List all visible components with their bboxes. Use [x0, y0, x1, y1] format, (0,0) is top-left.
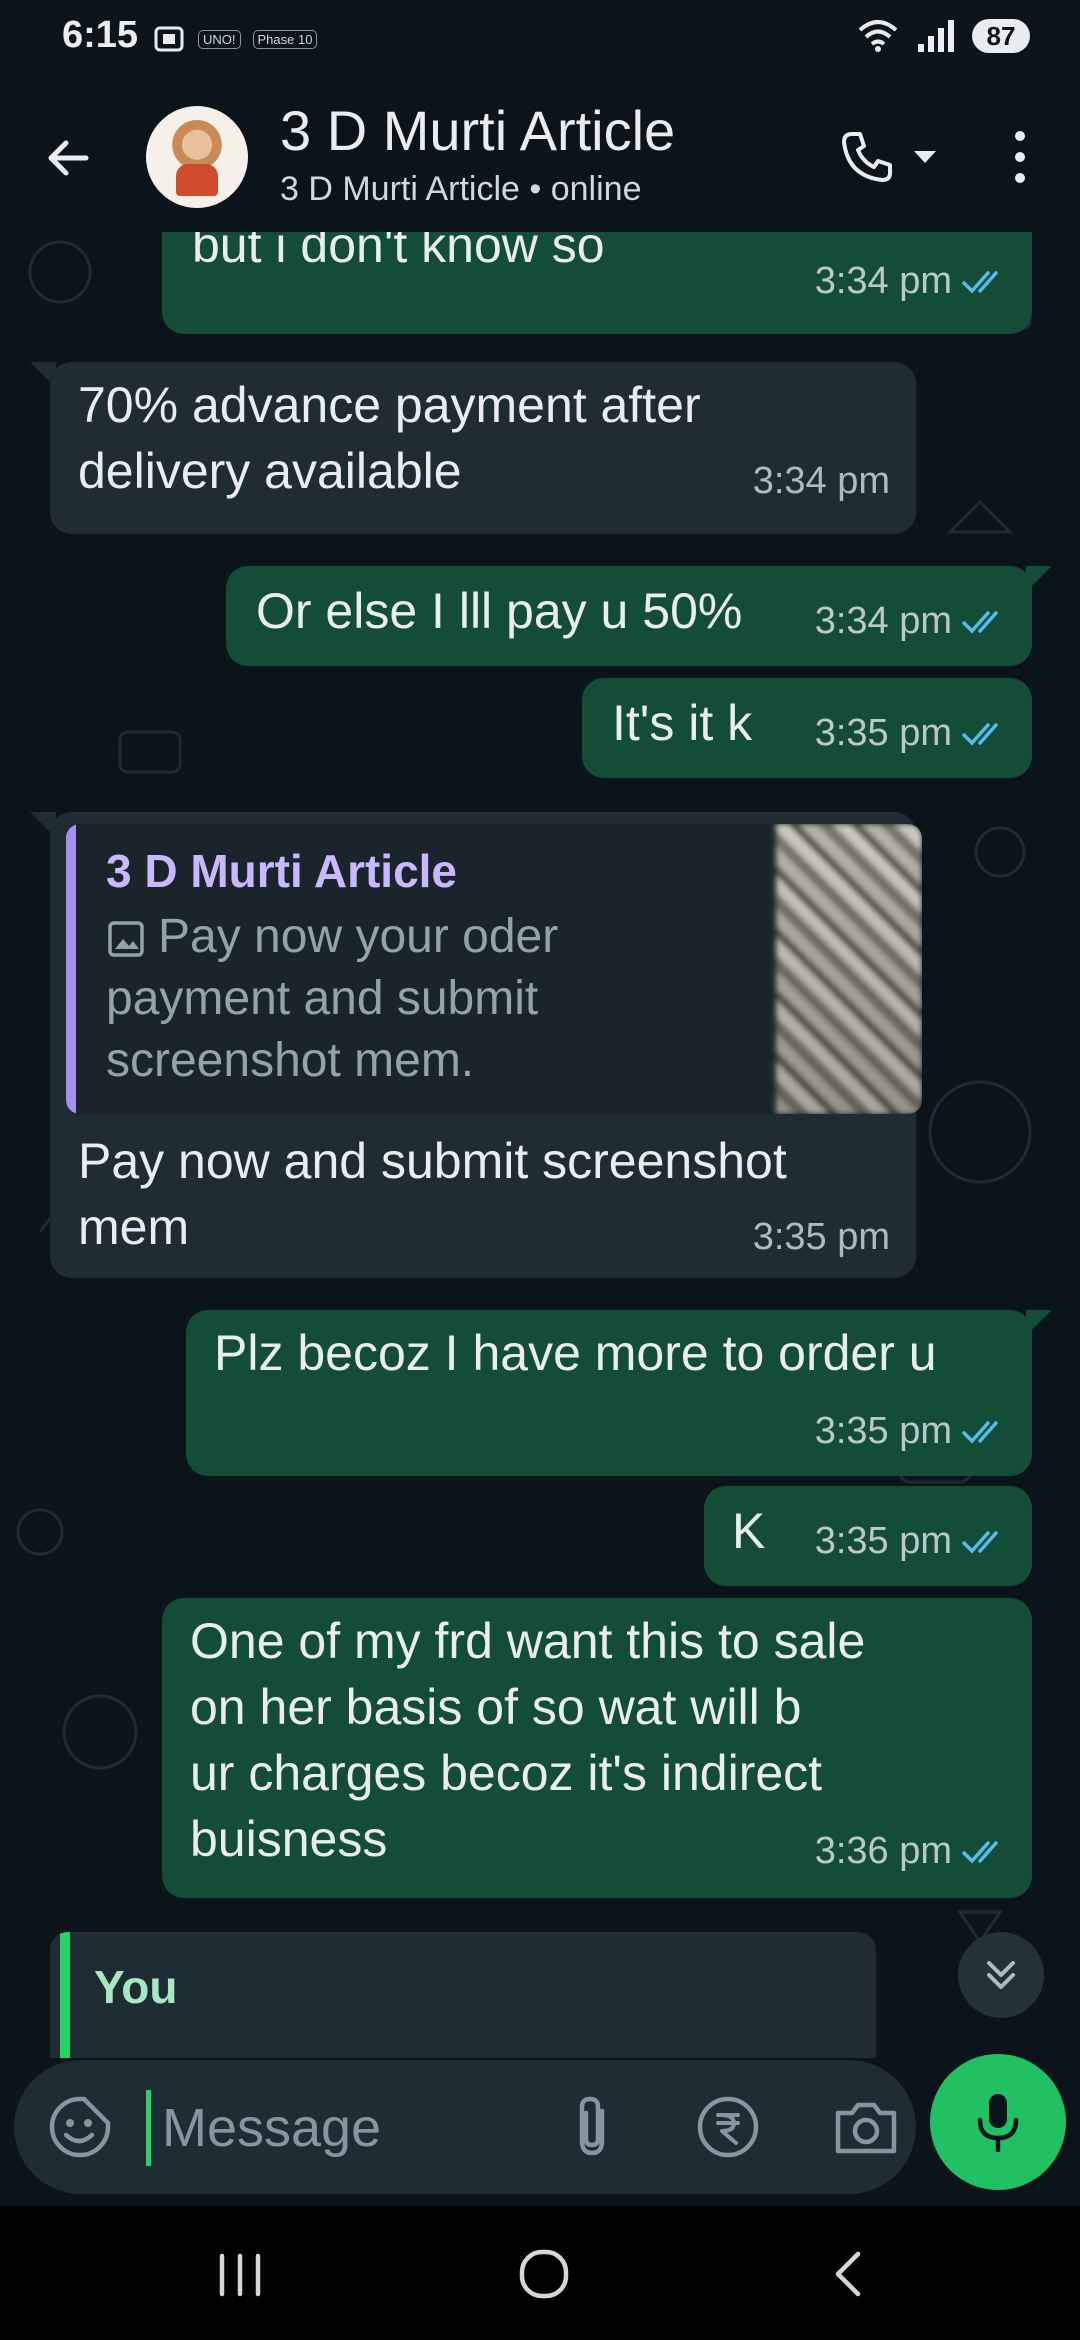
chat-header: 3 D Murti Article 3 D Murti Article • on…	[0, 86, 1080, 232]
message-time: 3:34 pm	[814, 600, 952, 642]
partial-reply-message[interactable]: You	[50, 1932, 876, 2058]
quote-author: 3 D Murti Article	[106, 845, 458, 897]
outgoing-message[interactable]: It's it k 3:35 pm	[582, 678, 1032, 778]
voice-message-button[interactable]	[930, 2054, 1066, 2190]
message-time: 3:35 pm	[814, 1410, 952, 1452]
message-text: Or else I lll pay u 50%	[256, 583, 743, 639]
outgoing-message[interactable]: Plz becoz I have more to order u 3:35 pm	[186, 1310, 1052, 1476]
bubble-tail	[1026, 1310, 1052, 1336]
message-line: One of my frd want this to sale	[190, 1613, 866, 1669]
message-composer	[14, 2060, 916, 2194]
emoji-sticker-icon[interactable]	[46, 2093, 114, 2161]
bubble-tail	[1026, 566, 1052, 592]
message-meta: 3:35 pm	[815, 1410, 1006, 1453]
message-line: ur charges becoz it's indirect	[190, 1745, 823, 1801]
microphone-icon	[977, 2094, 1019, 2153]
system-navigation-bar	[0, 2206, 1080, 2340]
paperclip-icon[interactable]	[562, 2093, 626, 2161]
message-time: 3:35 pm	[814, 1520, 952, 1562]
message-meta: 3:36 pm	[815, 1830, 1006, 1873]
message-meta: 3:35 pm	[815, 712, 1006, 755]
wifi-icon	[858, 20, 898, 52]
message-time: 3:34 pm	[814, 260, 952, 302]
back-arrow-icon[interactable]	[36, 126, 100, 190]
message-line: 70% advance payment after	[78, 377, 701, 433]
message-time: 3:35 pm	[814, 712, 952, 754]
message-line: mem	[78, 1199, 190, 1255]
recent-apps-icon[interactable]	[212, 2250, 268, 2300]
signal-icon	[918, 20, 954, 52]
message-line: delivery available	[78, 443, 462, 499]
status-right-icons: 87	[856, 18, 1030, 54]
double-check-icon	[962, 270, 998, 294]
quote-line: screenshot mem.	[106, 1034, 475, 1087]
quote-accent-bar	[66, 824, 76, 1114]
message-list[interactable]: but i don't know so 3:34 pm 70% advance …	[0, 232, 1080, 2058]
status-bar: 6:15 UNO! Phase 10 87	[0, 0, 1080, 86]
double-check-icon	[962, 1530, 998, 1554]
chevron-down-icon	[914, 151, 936, 163]
contact-avatar[interactable]	[146, 106, 248, 208]
voice-call-button[interactable]	[838, 122, 948, 192]
message-text: It's it k	[612, 695, 753, 751]
double-chevron-down-icon	[987, 1961, 1015, 1989]
message-text: but i don't know so	[192, 232, 605, 273]
message-input[interactable]	[160, 2080, 514, 2176]
incoming-reply-message[interactable]: 3 D Murti Article Pay now your oder paym…	[30, 812, 922, 1278]
camera-icon[interactable]	[830, 2093, 902, 2161]
more-options-icon[interactable]	[1000, 122, 1040, 192]
bubble-tail	[30, 362, 56, 388]
message-meta: 3:34 pm	[753, 460, 890, 503]
contact-name[interactable]: 3 D Murti Article	[280, 98, 675, 163]
incoming-message[interactable]: 70% advance payment after delivery avail…	[30, 362, 916, 534]
quote-accent-bar	[60, 1932, 70, 2058]
quote-text: Pay now your oder	[158, 910, 559, 963]
quote-line: Pay now your oder	[106, 906, 558, 968]
message-text: K	[732, 1503, 766, 1559]
battery-indicator: 87	[972, 19, 1030, 53]
double-check-icon	[962, 1420, 998, 1444]
status-time: 6:15	[62, 14, 139, 56]
system-back-icon[interactable]	[822, 2246, 878, 2302]
quote-image-thumbnail	[776, 824, 922, 1114]
message-meta: 3:35 pm	[753, 1216, 890, 1259]
message-time: 3:34 pm	[752, 460, 890, 502]
scroll-to-bottom-button[interactable]	[958, 1932, 1044, 2018]
text-cursor	[146, 2090, 151, 2166]
message-meta: 3:34 pm	[815, 260, 1006, 303]
home-icon[interactable]	[516, 2246, 572, 2302]
quoted-message[interactable]: 3 D Murti Article Pay now your oder paym…	[66, 824, 922, 1114]
outgoing-message[interactable]: but i don't know so 3:34 pm	[162, 232, 1032, 334]
status-notification-icons: UNO! Phase 10	[152, 22, 318, 56]
message-line: on her basis of so wat will b	[190, 1679, 802, 1735]
outgoing-message[interactable]: K 3:35 pm	[704, 1486, 1032, 1586]
message-meta: 3:35 pm	[815, 1520, 1006, 1563]
message-line: buisness	[190, 1811, 388, 1867]
message-text: Plz becoz I have more to order u	[214, 1325, 937, 1381]
outgoing-message[interactable]: Or else I lll pay u 50% 3:34 pm	[226, 566, 1052, 666]
message-meta: 3:34 pm	[815, 600, 1006, 643]
quote-line: payment and submit	[106, 972, 539, 1025]
phone-icon	[842, 132, 892, 182]
uno-badge: UNO!	[198, 29, 241, 49]
message-line: Pay now and submit screenshot	[78, 1133, 787, 1189]
double-check-icon	[962, 610, 998, 634]
outgoing-message[interactable]: One of my frd want this to sale on her b…	[162, 1598, 1032, 1898]
message-time: 3:36 pm	[814, 1830, 952, 1872]
phase10-badge: Phase 10	[252, 29, 318, 49]
message-time: 3:35 pm	[752, 1216, 890, 1258]
double-check-icon	[962, 722, 998, 746]
contact-status[interactable]: 3 D Murti Article • online	[280, 170, 641, 209]
double-check-icon	[962, 1840, 998, 1864]
image-icon	[108, 921, 144, 958]
payment-rupee-icon[interactable]	[694, 2093, 762, 2161]
bubble-tail	[30, 812, 56, 838]
screenshot-icon	[154, 26, 184, 52]
quote-author: You	[94, 1961, 178, 2013]
